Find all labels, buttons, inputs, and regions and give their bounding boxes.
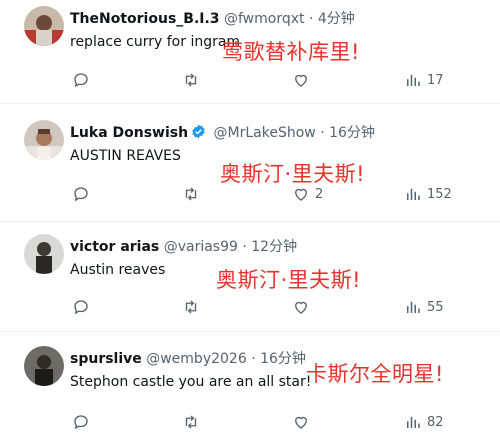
views-icon bbox=[407, 301, 420, 313]
tweet-actions: 82 bbox=[70, 412, 470, 432]
tweet-actions: 55 bbox=[70, 297, 470, 317]
like-icon bbox=[295, 74, 307, 87]
display-name[interactable]: spurslive bbox=[70, 351, 142, 367]
display-name[interactable]: Luka Donswish bbox=[70, 125, 188, 141]
display-name[interactable]: TheNotorious_B.I.3 bbox=[70, 11, 220, 27]
caption-overlay: 卡斯尔全明星! bbox=[306, 362, 444, 386]
view-count: 82 bbox=[427, 414, 444, 430]
reply-icon bbox=[74, 415, 88, 430]
avatar[interactable] bbox=[24, 6, 64, 46]
tweet-text: Austin reaves bbox=[70, 262, 166, 278]
caption-overlay: 奥斯汀·里夫斯! bbox=[216, 268, 362, 292]
timestamp[interactable]: 16分钟 bbox=[329, 125, 375, 141]
view-count: 55 bbox=[427, 299, 444, 315]
user-handle[interactable]: @fwmorqxt bbox=[224, 11, 305, 27]
reply-icon bbox=[74, 300, 88, 315]
like-icon bbox=[295, 188, 307, 201]
tweet-text: replace curry for ingram bbox=[70, 34, 241, 50]
timestamp[interactable]: 12分钟 bbox=[251, 239, 297, 255]
verified-badge-icon bbox=[191, 124, 206, 139]
user-handle[interactable]: @varias99 bbox=[164, 239, 238, 255]
tweet-header: spurslive @wemby2026 · 16分钟 bbox=[70, 348, 306, 368]
reply-icon bbox=[74, 187, 88, 202]
avatar[interactable] bbox=[24, 120, 64, 160]
like-button[interactable]: 2 bbox=[292, 184, 323, 204]
view-count: 17 bbox=[427, 72, 444, 88]
views-button[interactable]: 55 bbox=[404, 297, 444, 317]
tweet-text: Stephon castle you are an all star! bbox=[70, 374, 312, 390]
views-button[interactable]: 82 bbox=[404, 412, 444, 432]
tweet-4[interactable]: spurslive @wemby2026 · 16分钟 Stephon cast… bbox=[0, 332, 500, 440]
reply-button[interactable] bbox=[72, 297, 95, 317]
separator-dot: · bbox=[251, 351, 256, 367]
user-handle[interactable]: @wemby2026 bbox=[146, 351, 247, 367]
separator-dot: · bbox=[320, 125, 325, 141]
retweet-icon bbox=[185, 187, 197, 201]
timestamp[interactable]: 4分钟 bbox=[318, 11, 355, 27]
retweet-icon bbox=[185, 300, 197, 314]
reply-button[interactable] bbox=[72, 184, 95, 204]
like-count: 2 bbox=[315, 186, 324, 202]
tweet-actions: 2 152 bbox=[70, 184, 470, 204]
timestamp[interactable]: 16分钟 bbox=[260, 351, 306, 367]
retweet-button[interactable] bbox=[182, 297, 205, 317]
retweet-icon bbox=[185, 415, 197, 429]
tweet-3[interactable]: victor arias @varias99 · 12分钟 Austin rea… bbox=[0, 222, 500, 332]
views-icon bbox=[407, 74, 420, 86]
avatar[interactable] bbox=[24, 234, 64, 274]
retweet-icon bbox=[185, 73, 197, 87]
retweet-button[interactable] bbox=[182, 184, 205, 204]
tweet-header: victor arias @varias99 · 12分钟 bbox=[70, 236, 297, 256]
separator-dot: · bbox=[242, 239, 247, 255]
retweet-button[interactable] bbox=[182, 70, 205, 90]
views-icon bbox=[407, 416, 420, 428]
like-icon bbox=[295, 301, 307, 314]
tweet-1[interactable]: TheNotorious_B.I.3 @fwmorqxt · 4分钟 repla… bbox=[0, 0, 500, 104]
tweet-header: TheNotorious_B.I.3 @fwmorqxt · 4分钟 bbox=[70, 8, 355, 28]
like-button[interactable] bbox=[292, 412, 315, 432]
like-button[interactable] bbox=[292, 70, 315, 90]
caption-overlay: 莺歌替补库里! bbox=[222, 40, 360, 64]
reply-button[interactable] bbox=[72, 70, 95, 90]
like-icon bbox=[295, 416, 307, 429]
view-count: 152 bbox=[427, 186, 452, 202]
views-button[interactable]: 152 bbox=[404, 184, 452, 204]
tweet-actions: 17 bbox=[70, 70, 470, 90]
retweet-button[interactable] bbox=[182, 412, 205, 432]
reply-button[interactable] bbox=[72, 412, 95, 432]
views-button[interactable]: 17 bbox=[404, 70, 444, 90]
reply-feed: TheNotorious_B.I.3 @fwmorqxt · 4分钟 repla… bbox=[0, 0, 500, 440]
display-name[interactable]: victor arias bbox=[70, 239, 159, 255]
views-icon bbox=[407, 188, 420, 200]
tweet-header: Luka Donswish @MrLakeShow · 16分钟 bbox=[70, 122, 375, 142]
separator-dot: · bbox=[308, 11, 314, 27]
reply-icon bbox=[74, 73, 88, 88]
tweet-text: AUSTIN REAVES bbox=[70, 148, 181, 164]
like-button[interactable] bbox=[292, 297, 315, 317]
user-handle[interactable]: @MrLakeShow bbox=[214, 125, 316, 141]
tweet-2[interactable]: Luka Donswish @MrLakeShow · 16分钟 AUSTIN … bbox=[0, 104, 500, 222]
avatar[interactable] bbox=[24, 346, 64, 386]
